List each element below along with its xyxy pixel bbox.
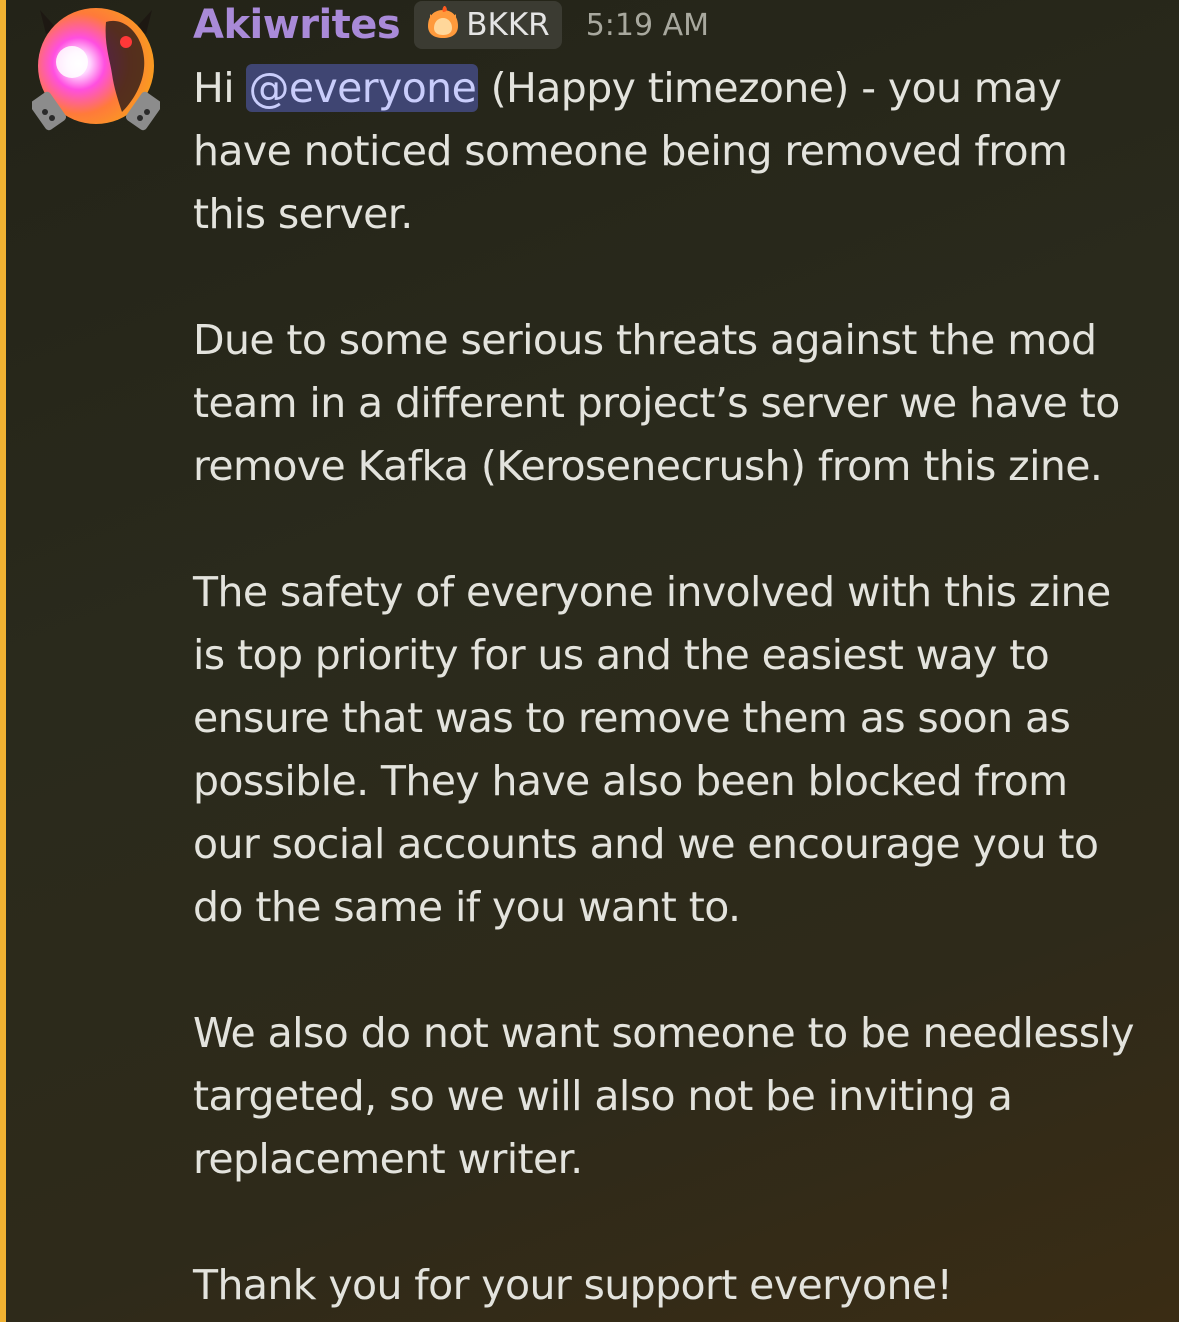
message-line: ensure that was to remove them as soon a… xyxy=(193,694,1071,742)
message-line: We also do not want someone to be needle… xyxy=(193,1009,1135,1057)
message-line: Due to some serious threats against the … xyxy=(193,316,1097,364)
avatar[interactable] xyxy=(29,4,163,132)
message-line: do the same if you want to. xyxy=(193,883,741,931)
message-body: Hi @everyone (Happy timezone) - you may … xyxy=(193,57,1163,1317)
message-line: is top priority for us and the easiest w… xyxy=(193,631,1050,679)
text-segment: (Happy timezone) - you may xyxy=(478,64,1062,112)
message-line: possible. They have also been blocked fr… xyxy=(193,757,1068,805)
message-line: remove Kafka (Kerosenecrush) from this z… xyxy=(193,442,1103,490)
message-line: replacement writer. xyxy=(193,1135,583,1183)
message-timestamp[interactable]: 5:19 AM xyxy=(586,8,709,43)
everyone-mention[interactable]: @everyone xyxy=(246,64,479,112)
chat-message: Akiwrites BKKR 5:19 AM Hi @everyone (Hap… xyxy=(0,0,1179,1322)
avatar-image xyxy=(29,8,163,131)
message-header: Akiwrites BKKR 5:19 AM xyxy=(193,0,709,50)
message-line: team in a different project’s server we … xyxy=(193,379,1120,427)
message-line: our social accounts and we encourage you… xyxy=(193,820,1099,868)
message-line: targeted, so we will also not be invitin… xyxy=(193,1072,1013,1120)
flame-cat-icon xyxy=(424,5,462,44)
message-line: Thank you for your support everyone! xyxy=(193,1261,953,1309)
message-line: have noticed someone being removed from xyxy=(193,127,1068,175)
server-tag[interactable]: BKKR xyxy=(414,1,562,49)
message-line: The safety of everyone involved with thi… xyxy=(193,568,1111,616)
message-line: Hi @everyone (Happy timezone) - you may xyxy=(193,57,1163,120)
author-name[interactable]: Akiwrites xyxy=(193,2,401,48)
message-line: this server. xyxy=(193,190,413,238)
text-segment: Hi xyxy=(193,64,247,112)
server-tag-label: BKKR xyxy=(466,7,550,43)
